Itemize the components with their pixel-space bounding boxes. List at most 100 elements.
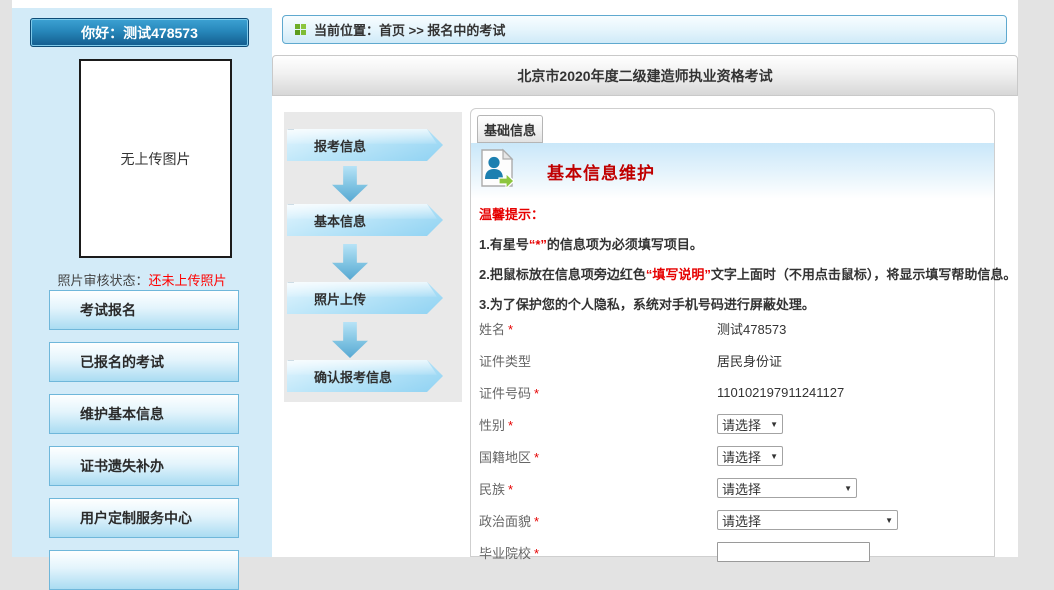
step-ribbon-4[interactable]: 确认报考信息 xyxy=(287,360,443,392)
gender-select[interactable]: 请选择 ▼ xyxy=(717,414,783,434)
menu-item-label: 维护基本信息 xyxy=(80,404,164,424)
chevron-down-icon: ▼ xyxy=(885,516,893,525)
ethnicity-select[interactable]: 请选择 ▼ xyxy=(717,478,857,498)
field-label-text: 毕业院校 xyxy=(479,546,531,561)
field-label-gender: 性别* xyxy=(479,415,717,434)
field-label-id-number: 证件号码* xyxy=(479,383,717,402)
sidebar-menu-item-exam-registration[interactable]: 考试报名 xyxy=(49,290,239,330)
tip-suffix: 的信息项为必须填写项目。 xyxy=(547,237,703,252)
photo-status: 照片审核状态：还未上传照片 xyxy=(12,270,272,289)
select-value: 请选择 xyxy=(722,415,761,434)
step-ribbon-1[interactable]: 报考信息 xyxy=(287,129,443,161)
step-down-arrow-icon xyxy=(332,322,368,358)
photo-placeholder-text: 无上传图片 xyxy=(121,149,191,169)
menu-item-label: 证书遗失补办 xyxy=(80,456,164,476)
form-row-graduate-school: 毕业院校* xyxy=(479,536,990,568)
field-label-id-type: 证件类型 xyxy=(479,351,717,370)
field-label-name: 姓名* xyxy=(479,319,717,338)
graduate-school-input[interactable] xyxy=(717,542,870,562)
tab-basic-info[interactable]: 基础信息 xyxy=(477,115,543,143)
field-label-text: 民族 xyxy=(479,482,505,497)
exam-title-bar: 北京市2020年度二级建造师执业资格考试 xyxy=(272,55,1018,96)
sidebar-menu-item-maintain-basic-info[interactable]: 维护基本信息 xyxy=(49,394,239,434)
tip-prefix: 3.为了保护您的个人隐私，系统对手机号码进行屏蔽处理。 xyxy=(479,297,815,312)
tip-prefix: 1.有星号 xyxy=(479,237,529,252)
form-row-id-type: 证件类型 居民身份证 xyxy=(479,344,990,376)
field-label-text: 证件类型 xyxy=(479,354,531,369)
menu-item-label: 考试报名 xyxy=(80,300,136,320)
photo-status-label: 照片审核状态： xyxy=(57,273,148,288)
chevron-down-icon: ▼ xyxy=(844,484,852,493)
sidebar-menu-item-user-custom-service-center[interactable]: 用户定制服务中心 xyxy=(49,498,239,538)
required-marker: * xyxy=(508,482,513,497)
ribbon-fold-notch xyxy=(287,355,294,361)
form-row-ethnicity: 民族* 请选择 ▼ xyxy=(479,472,990,504)
user-document-icon xyxy=(480,148,514,188)
select-value: 请选择 xyxy=(722,447,761,466)
field-label-text: 证件号码 xyxy=(479,386,531,401)
form-row-gender: 性别* 请选择 ▼ xyxy=(479,408,990,440)
required-marker: * xyxy=(534,546,539,561)
step-ribbon-2[interactable]: 基本信息 xyxy=(287,204,443,236)
ribbon-fold-notch xyxy=(287,277,294,283)
chevron-down-icon: ▼ xyxy=(770,420,778,429)
required-marker: * xyxy=(508,322,513,337)
form-row-id-number: 证件号码*110102197911241127 xyxy=(479,376,990,408)
required-marker: * xyxy=(534,386,539,401)
chevron-down-icon: ▼ xyxy=(770,452,778,461)
field-label-text: 姓名 xyxy=(479,322,505,337)
step-label: 报考信息 xyxy=(314,136,366,155)
nationality-region-select[interactable]: 请选择 ▼ xyxy=(717,446,783,466)
field-label-graduate-school: 毕业院校* xyxy=(479,543,717,562)
tip-suffix: 文字上面时（不用点击鼠标），将显示填写帮助信息。 xyxy=(711,267,1017,282)
field-label-ethnicity: 民族* xyxy=(479,479,717,498)
step-label: 基本信息 xyxy=(314,211,366,230)
step-down-arrow-icon xyxy=(332,244,368,280)
tip-line-2: 2.把鼠标放在信息项旁边红色“填写说明”文字上面时（不用点击鼠标），将显示填写帮… xyxy=(479,264,1016,283)
section-title: 基本信息维护 xyxy=(547,143,655,199)
steps-panel: 报考信息基本信息照片上传确认报考信息 xyxy=(284,112,462,402)
sidebar: 你好：测试478573 无上传图片 照片审核状态：还未上传照片 考试报名已报名的… xyxy=(12,8,272,557)
greeting-button[interactable]: 你好：测试478573 xyxy=(30,18,249,47)
step-ribbon-3[interactable]: 照片上传 xyxy=(287,282,443,314)
field-value-name: 测试478573 xyxy=(717,319,786,338)
grid-icon xyxy=(295,24,306,35)
photo-status-value: 还未上传照片 xyxy=(149,273,227,288)
required-marker: * xyxy=(534,514,539,529)
menu-item-label: 用户定制服务中心 xyxy=(80,508,192,528)
tip-highlight: “*” xyxy=(529,237,547,252)
sidebar-menu-item-registered-exams[interactable]: 已报名的考试 xyxy=(49,342,239,382)
select-value: 请选择 xyxy=(722,479,761,498)
form-row-political-status: 政治面貌* 请选择 ▼ xyxy=(479,504,990,536)
field-label-nationality-region: 国籍地区* xyxy=(479,447,717,466)
step-label: 确认报考信息 xyxy=(314,367,392,386)
ribbon-fold-notch xyxy=(287,199,294,205)
form-row-nationality-region: 国籍地区* 请选择 ▼ xyxy=(479,440,990,472)
basic-info-panel: 基础信息 基本信息维护 温馨提示： 1.有星号“*”的信息项为必须填写项目。 2.… xyxy=(470,108,995,557)
step-down-arrow-icon xyxy=(332,166,368,202)
photo-placeholder-box: 无上传图片 xyxy=(79,59,232,258)
sidebar-menu-item-certificate-loss-reissue[interactable]: 证书遗失补办 xyxy=(49,446,239,486)
required-marker: * xyxy=(508,418,513,433)
field-value-id-type: 居民身份证 xyxy=(717,351,782,370)
sidebar-menu-item-partial-item[interactable] xyxy=(49,550,239,590)
exam-title: 北京市2020年度二级建造师执业资格考试 xyxy=(517,66,772,86)
field-label-text: 性别 xyxy=(479,418,505,433)
form-row-name: 姓名*测试478573 xyxy=(479,312,990,344)
tip-line-1: 1.有星号“*”的信息项为必须填写项目。 xyxy=(479,234,703,253)
form-rows: 姓名*测试478573证件类型居民身份证证件号码*110102197911241… xyxy=(479,312,990,568)
tip-prefix: 2.把鼠标放在信息项旁边红色 xyxy=(479,267,646,282)
field-value-id-number: 110102197911241127 xyxy=(717,385,844,400)
tips-title: 温馨提示： xyxy=(479,204,544,223)
political-status-select[interactable]: 请选择 ▼ xyxy=(717,510,898,530)
field-label-political-status: 政治面貌* xyxy=(479,511,717,530)
required-marker: * xyxy=(534,450,539,465)
tip-highlight: “填写说明” xyxy=(646,267,711,282)
breadcrumb-text: 当前位置：首页 >> 报名中的考试 xyxy=(314,20,505,39)
ribbon-fold-notch xyxy=(287,124,294,130)
field-label-text: 国籍地区 xyxy=(479,450,531,465)
select-value: 请选择 xyxy=(722,511,761,530)
menu-item-label: 已报名的考试 xyxy=(80,352,164,372)
breadcrumb: 当前位置：首页 >> 报名中的考试 xyxy=(282,15,1007,44)
field-label-text: 政治面貌 xyxy=(479,514,531,529)
